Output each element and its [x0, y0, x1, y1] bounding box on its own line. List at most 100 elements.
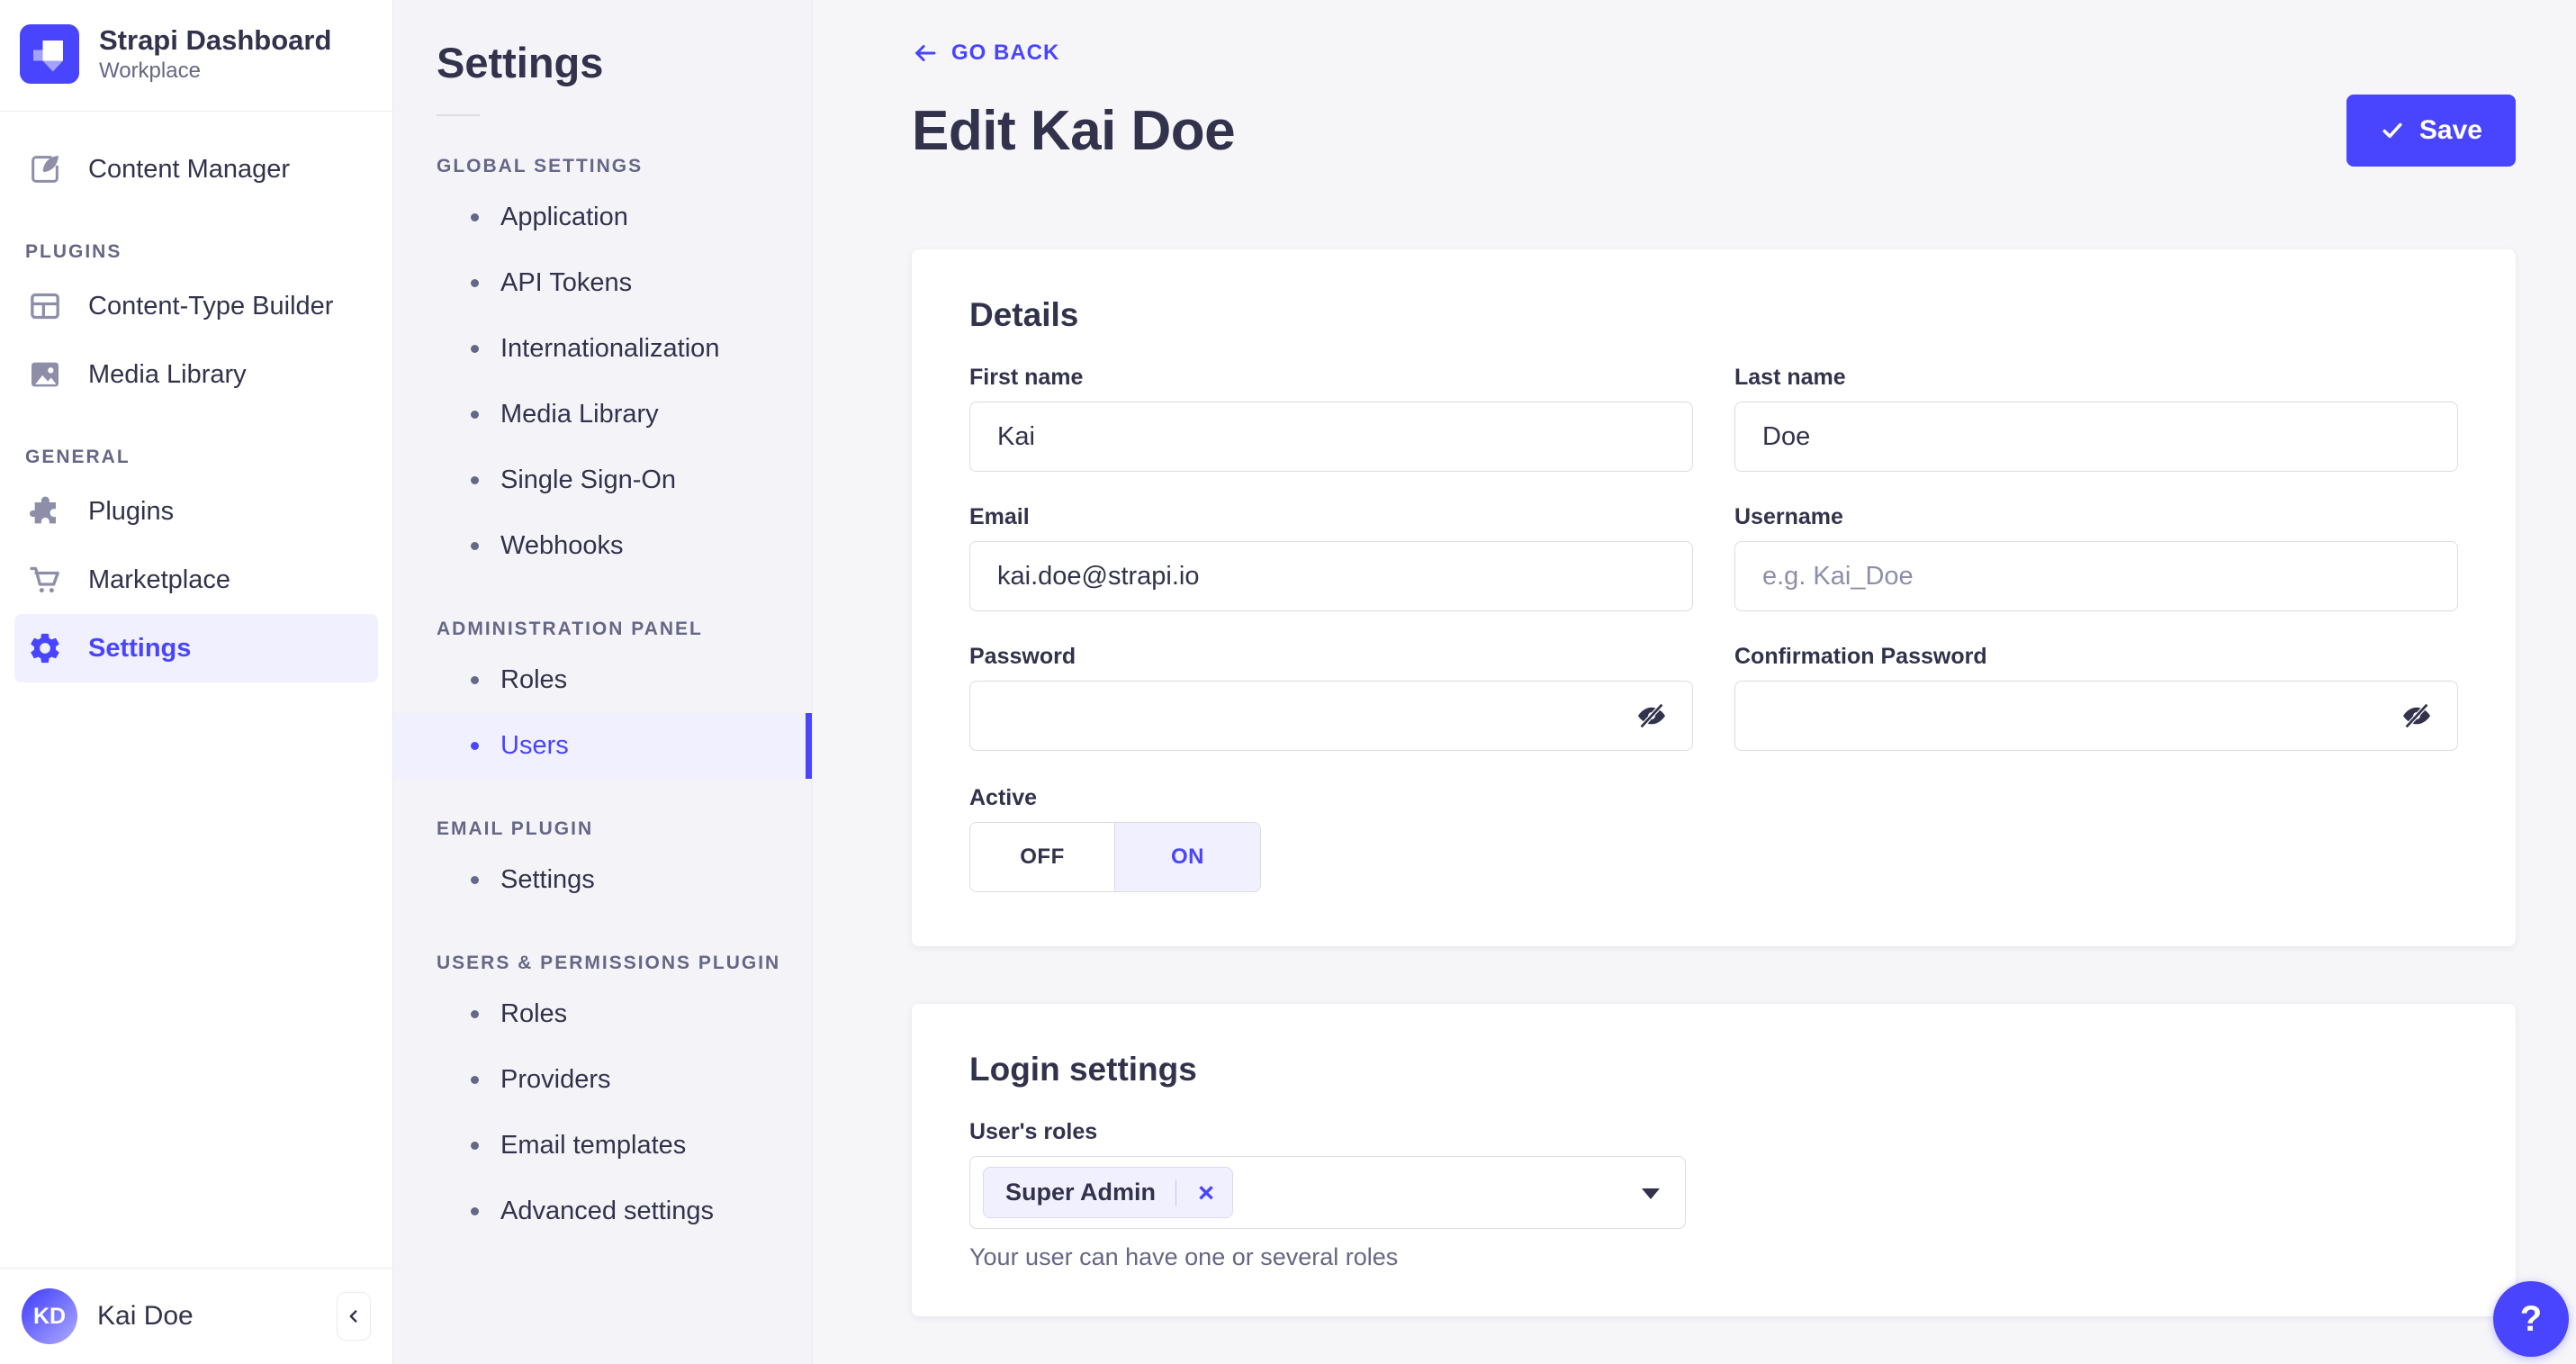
strapi-logo-icon — [20, 23, 79, 84]
user-roles-label: User's roles — [969, 1119, 1098, 1144]
subnav-item-up-roles[interactable]: Roles — [393, 981, 812, 1047]
bullet-icon — [471, 1142, 479, 1150]
toggle-on-button[interactable]: ON — [1115, 823, 1260, 891]
main-sidebar: Strapi Dashboard Workplace Content Manag… — [0, 0, 393, 1364]
confirmation-password-field[interactable] — [1734, 681, 2458, 751]
subnav-item-webhooks[interactable]: Webhooks — [393, 513, 812, 579]
divider — [437, 114, 480, 116]
subnav-item-label: Single Sign-On — [500, 465, 677, 494]
username-field[interactable] — [1734, 541, 2458, 611]
subnav-section-title: USERS & PERMISSIONS PLUGIN — [437, 953, 781, 973]
password-label: Password — [969, 644, 1076, 669]
subnav-item-label: Settings — [500, 865, 595, 894]
subnav-section-global-settings: GLOBAL SETTINGS Application API Tokens I… — [393, 156, 812, 579]
bullet-icon — [471, 1010, 479, 1018]
chevron-down-icon — [1642, 1188, 1660, 1199]
check-icon — [2382, 122, 2402, 139]
save-button[interactable]: Save — [2346, 95, 2516, 167]
subnav-item-label: Roles — [500, 999, 568, 1028]
email-field[interactable] — [969, 541, 1693, 611]
sidebar-item-plugins[interactable]: Plugins — [14, 477, 378, 546]
go-back-label: GO BACK — [951, 41, 1060, 65]
bullet-icon — [471, 213, 479, 221]
subnav-item-label: API Tokens — [500, 268, 633, 297]
bullet-icon — [471, 1076, 479, 1084]
user-menu[interactable]: KD Kai Doe — [22, 1288, 337, 1344]
eye-off-icon — [1638, 703, 1665, 728]
subnav-item-label: Internationalization — [500, 334, 720, 363]
go-back-link[interactable]: GO BACK — [912, 40, 1059, 67]
last-name-field-group: Last name — [1734, 365, 2458, 472]
bullet-icon — [471, 742, 479, 750]
sidebar-item-content-type-builder[interactable]: Content-Type Builder — [14, 272, 378, 340]
password-field[interactable] — [969, 681, 1693, 751]
subnav-item-label: Application — [500, 203, 628, 231]
chevron-left-icon — [349, 1310, 357, 1323]
eye-off-icon — [2403, 703, 2430, 728]
sidebar-item-label: Settings — [88, 633, 192, 663]
image-icon — [25, 355, 65, 394]
avatar: KD — [22, 1288, 77, 1344]
collapse-sidebar-button[interactable] — [337, 1292, 371, 1341]
sidebar-item-content-manager[interactable]: Content Manager — [14, 135, 378, 203]
remove-role-button[interactable]: × — [1180, 1179, 1232, 1206]
active-field-group: Active OFF ON — [969, 785, 2458, 892]
sidebar-item-settings[interactable]: Settings — [14, 614, 378, 683]
subnav-item-label: Providers — [500, 1065, 611, 1094]
help-button[interactable]: ? — [2493, 1281, 2569, 1357]
email-field-group: Email — [969, 504, 1693, 611]
bullet-icon — [471, 676, 479, 684]
roles-select[interactable]: Super Admin × — [969, 1156, 1686, 1229]
subnav-item-email-templates[interactable]: Email templates — [393, 1113, 812, 1179]
first-name-input[interactable] — [969, 402, 1693, 472]
subnav-item-users[interactable]: Users — [393, 713, 812, 779]
username-label: Username — [1734, 504, 1843, 529]
sidebar-item-label: Media Library — [88, 359, 247, 389]
sidebar-item-marketplace[interactable]: Marketplace — [14, 546, 378, 614]
active-label: Active — [969, 785, 1038, 810]
save-label: Save — [2418, 115, 2482, 145]
brand-text: Strapi Dashboard Workplace — [99, 23, 331, 84]
toggle-off-button[interactable]: OFF — [970, 823, 1115, 891]
subnav-item-providers[interactable]: Providers — [393, 1047, 812, 1113]
toggle-password-visibility-button[interactable] — [1632, 696, 1671, 736]
sidebar-footer: KD Kai Doe — [0, 1268, 392, 1364]
username-field-group: Username — [1734, 504, 2458, 611]
layout-grid-icon — [25, 286, 65, 326]
sidebar-item-media-library[interactable]: Media Library — [14, 340, 378, 409]
bullet-icon — [471, 876, 479, 884]
subnav-item-label: Users — [500, 731, 569, 760]
login-settings-card: Login settings User's roles Super Admin … — [912, 1004, 2516, 1316]
sidebar-item-label: Plugins — [88, 496, 175, 526]
divider — [1175, 1179, 1177, 1206]
subnav-item-internationalization[interactable]: Internationalization — [393, 316, 812, 382]
subnav-item-label: Media Library — [500, 400, 659, 429]
subnav-item-email-settings[interactable]: Settings — [393, 847, 812, 913]
subnav-item-label: Email templates — [500, 1131, 687, 1160]
workspace-header[interactable]: Strapi Dashboard Workplace — [0, 0, 392, 111]
last-name-label: Last name — [1734, 365, 1846, 390]
toggle-confirmation-visibility-button[interactable] — [2397, 696, 2436, 736]
subnav-item-admin-roles[interactable]: Roles — [393, 647, 812, 713]
subnav-item-single-sign-on[interactable]: Single Sign-On — [393, 447, 812, 513]
last-name-input[interactable] — [1734, 402, 2458, 472]
bullet-icon — [471, 476, 479, 484]
subnav-item-advanced-settings[interactable]: Advanced settings — [393, 1179, 812, 1244]
subnav-item-media-library[interactable]: Media Library — [393, 382, 812, 447]
feather-icon — [25, 149, 65, 189]
user-name: Kai Doe — [97, 1301, 194, 1331]
sidebar-item-label: Content-Type Builder — [88, 291, 334, 321]
active-toggle[interactable]: OFF ON — [969, 822, 1261, 892]
subnav-item-api-tokens[interactable]: API Tokens — [393, 250, 812, 316]
sidebar-section-plugins: PLUGINS — [25, 241, 122, 263]
app-title: Strapi Dashboard — [99, 24, 332, 56]
password-field-group: Password — [969, 644, 1693, 751]
subnav-section-title: EMAIL PLUGIN — [437, 818, 594, 839]
first-name-field-group: First name — [969, 365, 1693, 472]
sidebar-section-general: GENERAL — [25, 447, 131, 468]
bullet-icon — [471, 1207, 479, 1215]
subnav-item-label: Webhooks — [500, 531, 624, 560]
sidebar-item-label: Content Manager — [88, 154, 291, 184]
subnav-item-application[interactable]: Application — [393, 185, 812, 250]
role-tag: Super Admin × — [983, 1167, 1234, 1218]
